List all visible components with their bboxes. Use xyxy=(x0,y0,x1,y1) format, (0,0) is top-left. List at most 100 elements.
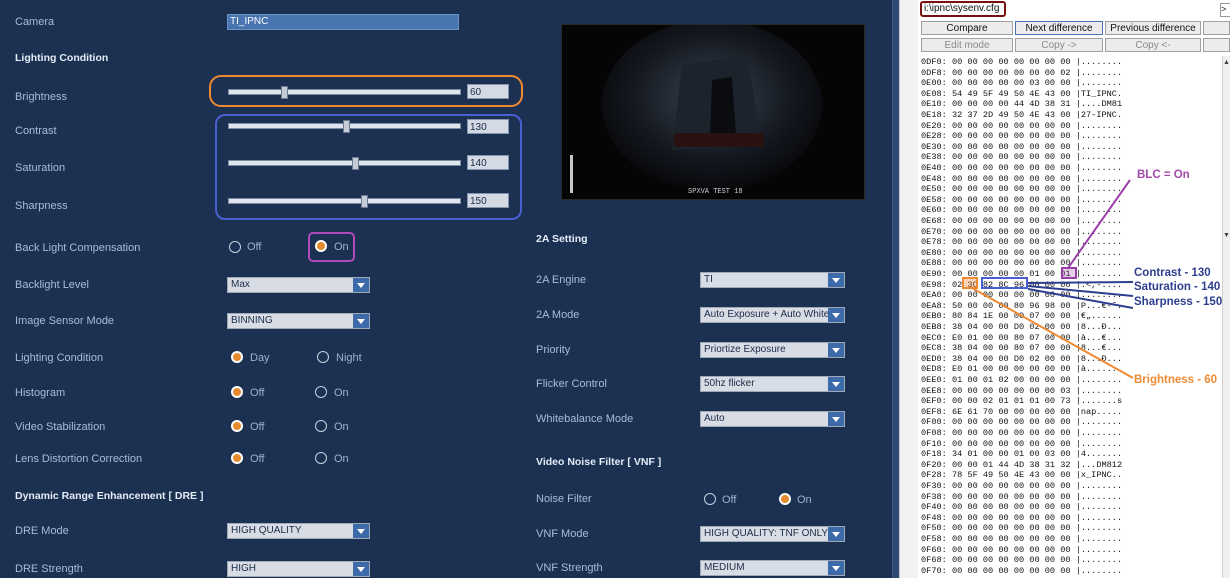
camera-name-field[interactable]: TI_IPNC xyxy=(227,14,459,30)
lighting-condition-label: Lighting Condition xyxy=(15,352,104,364)
video-stab-off-radio[interactable] xyxy=(231,420,243,432)
hex-compare-viewer: i:\ipnc\sysenv.cfg > Compare Next differ… xyxy=(918,0,1230,578)
chevron-down-icon[interactable] xyxy=(828,412,844,426)
contrast-slider[interactable] xyxy=(228,120,461,134)
contrast-annotation-line xyxy=(1027,281,1134,284)
saturation-value-field[interactable]: 140 xyxy=(467,155,509,170)
slider-track xyxy=(228,198,461,204)
blc-annotation: BLC = On xyxy=(1137,169,1190,181)
saturation-slider[interactable] xyxy=(228,157,461,171)
blc-off-label: Off xyxy=(247,241,262,253)
dre-section-title: Dynamic Range Enhancement [ DRE ] xyxy=(15,490,204,502)
vnf-mode-label: VNF Mode xyxy=(536,528,589,540)
blc-annotation-line xyxy=(1067,179,1131,269)
camera-settings-panel: Camera TI_IPNC Lighting Condition Bright… xyxy=(0,0,898,578)
vnf-mode-select[interactable]: HIGH QUALITY: TNF ONLY xyxy=(700,526,845,542)
histogram-off-label: Off xyxy=(250,387,265,399)
select-value: Max xyxy=(231,279,250,290)
preview-image xyxy=(562,25,864,199)
brightness-label: Brightness xyxy=(15,91,67,103)
saturation-label: Saturation xyxy=(15,162,66,174)
video-stab-label: Video Stabilization xyxy=(15,421,106,433)
histogram-label: Histogram xyxy=(15,387,66,399)
select-value: Auto xyxy=(704,413,725,424)
day-radio[interactable] xyxy=(231,351,243,363)
sensor-mode-select[interactable]: BINNING xyxy=(227,313,370,329)
sensor-mode-label: Image Sensor Mode xyxy=(15,315,115,327)
slider-thumb[interactable] xyxy=(361,195,368,208)
select-value: MEDIUM xyxy=(704,562,745,573)
slider-thumb[interactable] xyxy=(352,157,359,170)
flicker-label: Flicker Control xyxy=(536,378,607,390)
dre-strength-select[interactable]: HIGH xyxy=(227,561,370,577)
twoa-mode-label: 2A Mode xyxy=(536,309,580,321)
sharpness-annotation: Sharpness - 150 xyxy=(1134,296,1223,308)
chevron-down-icon[interactable] xyxy=(828,527,844,541)
chevron-down-icon[interactable] xyxy=(828,377,844,391)
contrast-annotation: Contrast - 130 xyxy=(1134,267,1211,279)
blc-off-radio[interactable] xyxy=(229,241,241,253)
blc-on-radio[interactable] xyxy=(315,240,327,252)
sharpness-label: Sharpness xyxy=(15,200,68,212)
video-stab-off-label: Off xyxy=(250,421,265,433)
slider-track xyxy=(228,89,461,95)
dre-mode-select[interactable]: HIGH QUALITY xyxy=(227,523,370,539)
twoa-mode-select[interactable]: Auto Exposure + Auto White xyxy=(700,307,845,323)
priority-select[interactable]: Priortize Exposure xyxy=(700,342,845,358)
select-value: BINNING xyxy=(231,315,273,326)
chevron-down-icon[interactable] xyxy=(353,278,369,292)
vnf-strength-select[interactable]: MEDIUM xyxy=(700,560,845,576)
day-label: Day xyxy=(250,352,270,364)
night-radio[interactable] xyxy=(317,351,329,363)
select-value: Priortize Exposure xyxy=(704,344,786,355)
wb-mode-label: Whitebalance Mode xyxy=(536,413,634,425)
wb-mode-select[interactable]: Auto xyxy=(700,411,845,427)
lens-dist-on-label: On xyxy=(334,453,349,465)
brightness-annotation-line xyxy=(971,287,1134,379)
camera-preview: SPXVA TEST 18 xyxy=(561,24,865,200)
slider-thumb[interactable] xyxy=(343,120,350,133)
slider-thumb[interactable] xyxy=(281,86,288,99)
contrast-value-field[interactable]: 130 xyxy=(467,119,509,134)
lens-dist-on-radio[interactable] xyxy=(315,452,327,464)
night-label: Night xyxy=(336,352,362,364)
panel-scrollbar[interactable] xyxy=(892,0,899,578)
chevron-down-icon[interactable] xyxy=(828,308,844,322)
select-value: HIGH QUALITY: TNF ONLY xyxy=(704,528,829,539)
video-stab-on-radio[interactable] xyxy=(315,420,327,432)
twoa-engine-select[interactable]: TI xyxy=(700,272,845,288)
select-value: Auto Exposure + Auto White xyxy=(704,309,830,320)
chevron-down-icon[interactable] xyxy=(828,273,844,287)
slider-track xyxy=(228,160,461,166)
backlight-level-label: Backlight Level xyxy=(15,279,89,291)
lens-dist-off-radio[interactable] xyxy=(231,452,243,464)
brightness-value-field[interactable]: 60 xyxy=(467,84,509,99)
lens-dist-off-label: Off xyxy=(250,453,265,465)
noise-filter-on-radio[interactable] xyxy=(779,493,791,505)
brightness-annotation: Brightness - 60 xyxy=(1134,374,1218,386)
lens-dist-label: Lens Distortion Correction xyxy=(15,453,143,465)
twoa-section-title: 2A Setting xyxy=(536,233,588,245)
select-value: TI xyxy=(704,274,713,285)
chevron-down-icon[interactable] xyxy=(353,314,369,328)
lighting-section-title: Lighting Condition xyxy=(15,52,109,64)
backlight-level-select[interactable]: Max xyxy=(227,277,370,293)
chevron-down-icon[interactable] xyxy=(353,562,369,576)
noise-filter-label: Noise Filter xyxy=(536,493,592,505)
noise-filter-off-label: Off xyxy=(722,494,737,506)
chevron-down-icon[interactable] xyxy=(353,524,369,538)
blc-label: Back Light Compensation xyxy=(15,242,141,254)
noise-filter-off-radio[interactable] xyxy=(704,493,716,505)
sharpness-value-field[interactable]: 150 xyxy=(467,193,509,208)
flicker-select[interactable]: 50hz flicker xyxy=(700,376,845,392)
chevron-down-icon[interactable] xyxy=(828,561,844,575)
sharpness-slider[interactable] xyxy=(228,195,461,209)
histogram-off-radio[interactable] xyxy=(231,386,243,398)
select-value: HIGH xyxy=(231,563,256,574)
histogram-on-radio[interactable] xyxy=(315,386,327,398)
brightness-slider[interactable] xyxy=(228,86,461,100)
blc-on-label: On xyxy=(334,241,349,253)
chevron-down-icon[interactable] xyxy=(828,343,844,357)
window-divider xyxy=(899,0,919,578)
vnf-strength-label: VNF Strength xyxy=(536,562,603,574)
